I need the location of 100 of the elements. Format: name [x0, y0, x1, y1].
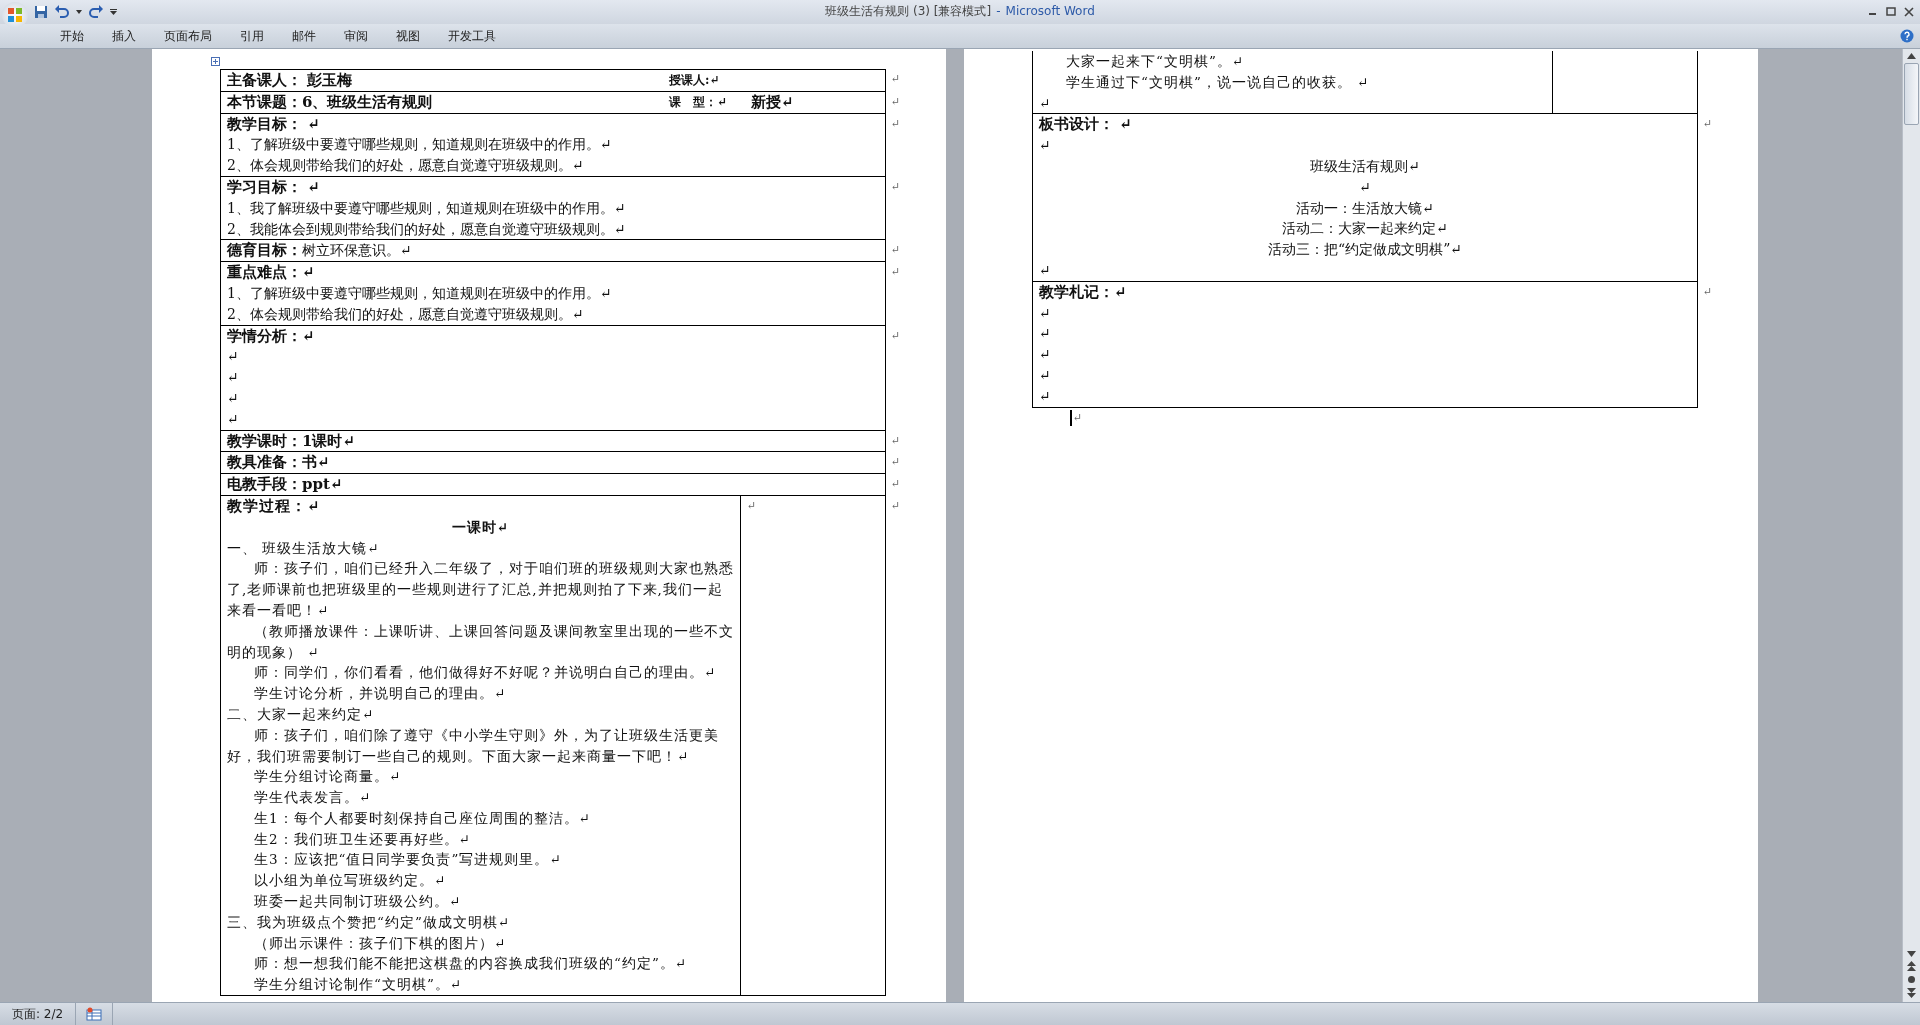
ribbon-tab[interactable]: 开始	[60, 25, 98, 47]
row-end-mark: ↵	[891, 115, 901, 132]
body-text: 师：想一想我们能不能把这棋盘的内容换成我们班级的“约定”。↵	[253, 954, 689, 974]
row-end-mark: ↵	[891, 327, 901, 344]
row-end-mark: ↵	[891, 242, 901, 259]
office-button[interactable]	[2, 2, 28, 28]
help-icon[interactable]	[1900, 29, 1914, 43]
section-heading: 教学目标： ↵	[227, 113, 321, 135]
body-text: （教师播放课件：上课听讲、上课回答问题及课间教室里出现的一些不文明的现象） ↵	[227, 621, 734, 662]
body-text: 生3：应该把“值日同学要负责”写进规则里。↵	[253, 850, 563, 870]
body-text: 师：同学们，你们看看，他们做得好不好呢？并说明白自己的理由。↵	[253, 663, 718, 683]
field-label: 课 型：↵	[669, 93, 728, 111]
body-text: （师出示课件：孩子们下棋的图片）↵	[253, 933, 508, 953]
body-text: 学生分组讨论商量。↵	[253, 767, 403, 787]
ribbon-tab[interactable]: 引用	[240, 25, 278, 47]
body-text: ↵	[227, 368, 240, 388]
body-text: 活动二：大家一起来约定↵	[1281, 219, 1449, 239]
next-page-icon[interactable]	[1907, 988, 1916, 998]
body-text: 生2：我们班卫生还要再好些。↵	[253, 829, 472, 849]
section-heading: 德育目标：	[227, 241, 302, 260]
body-text: ↵	[1358, 177, 1372, 197]
redo-icon[interactable]	[88, 5, 104, 19]
ribbon-tab[interactable]: 页面布局	[164, 25, 226, 47]
body-text: 活动三：把“约定做成文明棋”↵	[1266, 240, 1463, 260]
customize-icon[interactable]	[110, 9, 117, 15]
body-text: 1、了解班级中要遵守哪些规则，知道规则在班级中的作用。↵	[227, 135, 613, 155]
ribbon-tab[interactable]: 审阅	[344, 25, 382, 47]
field-label: 主备课人： 彭玉梅	[227, 70, 353, 91]
body-text: 师：孩子们，咱们已经升入二年级了，对于咱们班的班级规则大家也熟悉了,老师课前也把班级里的一些规则进行了汇总,并把规则拍了下来,我们一起来看一看吧！↵	[227, 559, 734, 620]
body-text: 2、体会规则带给我们的好处，愿意自觉遵守班级规则。↵	[227, 156, 585, 176]
row-end-mark: ↵	[1703, 116, 1713, 133]
body-text: 学生分组讨论制作“文明棋”。↵	[253, 975, 464, 995]
browse-object-icon[interactable]	[1907, 975, 1916, 984]
row-end-mark: ↵	[891, 476, 901, 493]
body-text: ↵	[1039, 136, 1052, 156]
body-text: 2、我能体会到规则带给我们的好处，愿意自觉遵守班级规则。↵	[227, 219, 627, 239]
body-text: 二、大家一起来约定↵	[227, 704, 376, 724]
body-text: 班委一起共同制订班级公约。↵	[253, 892, 463, 912]
ribbon-tab[interactable]: 视图	[396, 25, 434, 47]
row-end-mark: ↵	[891, 179, 901, 195]
body-text: ↵	[227, 388, 240, 408]
row-end-mark: ↵	[891, 497, 901, 514]
body-text: 师：孩子们，咱们除了遵守《中小学生守则》外，为了让班级生活更美好，我们班需要制订一些自己的规则。下面大家一起来商量一下吧！↵	[227, 725, 720, 766]
section-heading: 学习目标： ↵	[227, 177, 321, 198]
subtitle: 一课时↵	[450, 517, 511, 537]
paragraph-mark: ↵	[1073, 411, 1083, 425]
body-text: 1、了解班级中要遵守哪些规则，知道规则在班级中的作用。↵	[227, 283, 613, 303]
row-end-mark: ↵	[891, 264, 901, 281]
body-text: ↵	[1039, 365, 1052, 385]
body-text: 1、我了解班级中要遵守哪些规则，知道规则在班级中的作用。↵	[227, 198, 627, 218]
body-text: 以小组为单位写班级约定。↵	[253, 871, 448, 891]
table-icon[interactable]	[86, 1007, 103, 1021]
undo-icon[interactable]	[54, 5, 70, 19]
section-heading: 电教手段：ppt↵	[227, 475, 343, 494]
body-text: ↵	[1039, 324, 1052, 344]
row-end-mark: ↵	[1703, 283, 1713, 300]
body-text: 活动一：生活放大镜↵	[1295, 198, 1435, 218]
vertical-scrollbar[interactable]	[1902, 49, 1920, 1002]
ribbon-tab[interactable]: 插入	[112, 25, 150, 47]
page-count[interactable]: 页面: 2/2	[0, 1003, 77, 1025]
scroll-thumb[interactable]	[1904, 63, 1919, 125]
section-heading: 教学课时：1课时↵	[227, 431, 355, 450]
section-heading: 教具准备：书↵	[227, 453, 330, 472]
body-text: 一、 班级生活放大镜↵	[227, 538, 381, 558]
field-label: 授课人:↵	[669, 72, 720, 89]
body-text: 学生代表发言。↵	[253, 788, 373, 808]
previous-page-icon[interactable]	[1907, 961, 1916, 971]
section-heading: 教学札记：↵	[1039, 281, 1128, 303]
body-text: 大家一起来下“文明棋”。↵	[1065, 52, 1246, 71]
row-end-mark: ↵	[891, 432, 901, 449]
paragraph-mark: ↵	[747, 498, 757, 512]
field-label: 新授↵	[751, 91, 794, 113]
caret-icon[interactable]	[76, 10, 82, 14]
body-text: 2、体会规则带给我们的好处，愿意自觉遵守班级规则。↵	[227, 304, 585, 324]
save-icon[interactable]	[34, 5, 48, 19]
close-icon[interactable]	[1904, 7, 1914, 17]
body-text: 班级生活有规则↵	[1309, 157, 1421, 176]
body-text: ↵	[1039, 93, 1053, 113]
ribbon-tab[interactable]: 邮件	[292, 25, 330, 47]
body-text: ↵	[1039, 386, 1052, 406]
body-text: ↵	[1039, 345, 1052, 365]
body-text: ↵	[1039, 260, 1052, 280]
maximize-icon[interactable]	[1886, 7, 1896, 17]
body-text: ↵	[1039, 303, 1052, 323]
section-heading: 板书设计： ↵	[1039, 114, 1133, 136]
body-text: 学生通过下“文明棋”，说一说自己的收获。 ↵	[1065, 72, 1371, 92]
section-heading: 学情分析：↵	[227, 325, 316, 347]
ribbon-tab[interactable]: 开发工具	[448, 25, 510, 47]
section-heading: 教学过程：↵	[227, 495, 322, 517]
body-text: ↵	[227, 347, 240, 367]
up-arrow-icon[interactable]	[1907, 53, 1916, 59]
section-heading: 重点难点：↵	[227, 262, 316, 283]
body-text: 生1：每个人都要时刻保持自己座位周围的整洁。↵	[253, 808, 592, 828]
document-title: 班级生活有规则 (3) [兼容模式]	[825, 4, 992, 18]
table-move-handle-icon[interactable]	[211, 57, 220, 66]
title-separator: -	[996, 4, 1001, 18]
body-text: 学生讨论分析，并说明自己的理由。↵	[253, 684, 508, 704]
row-end-mark: ↵	[891, 71, 901, 87]
text-cursor	[1070, 409, 1072, 426]
down-arrow-icon[interactable]	[1907, 951, 1916, 957]
